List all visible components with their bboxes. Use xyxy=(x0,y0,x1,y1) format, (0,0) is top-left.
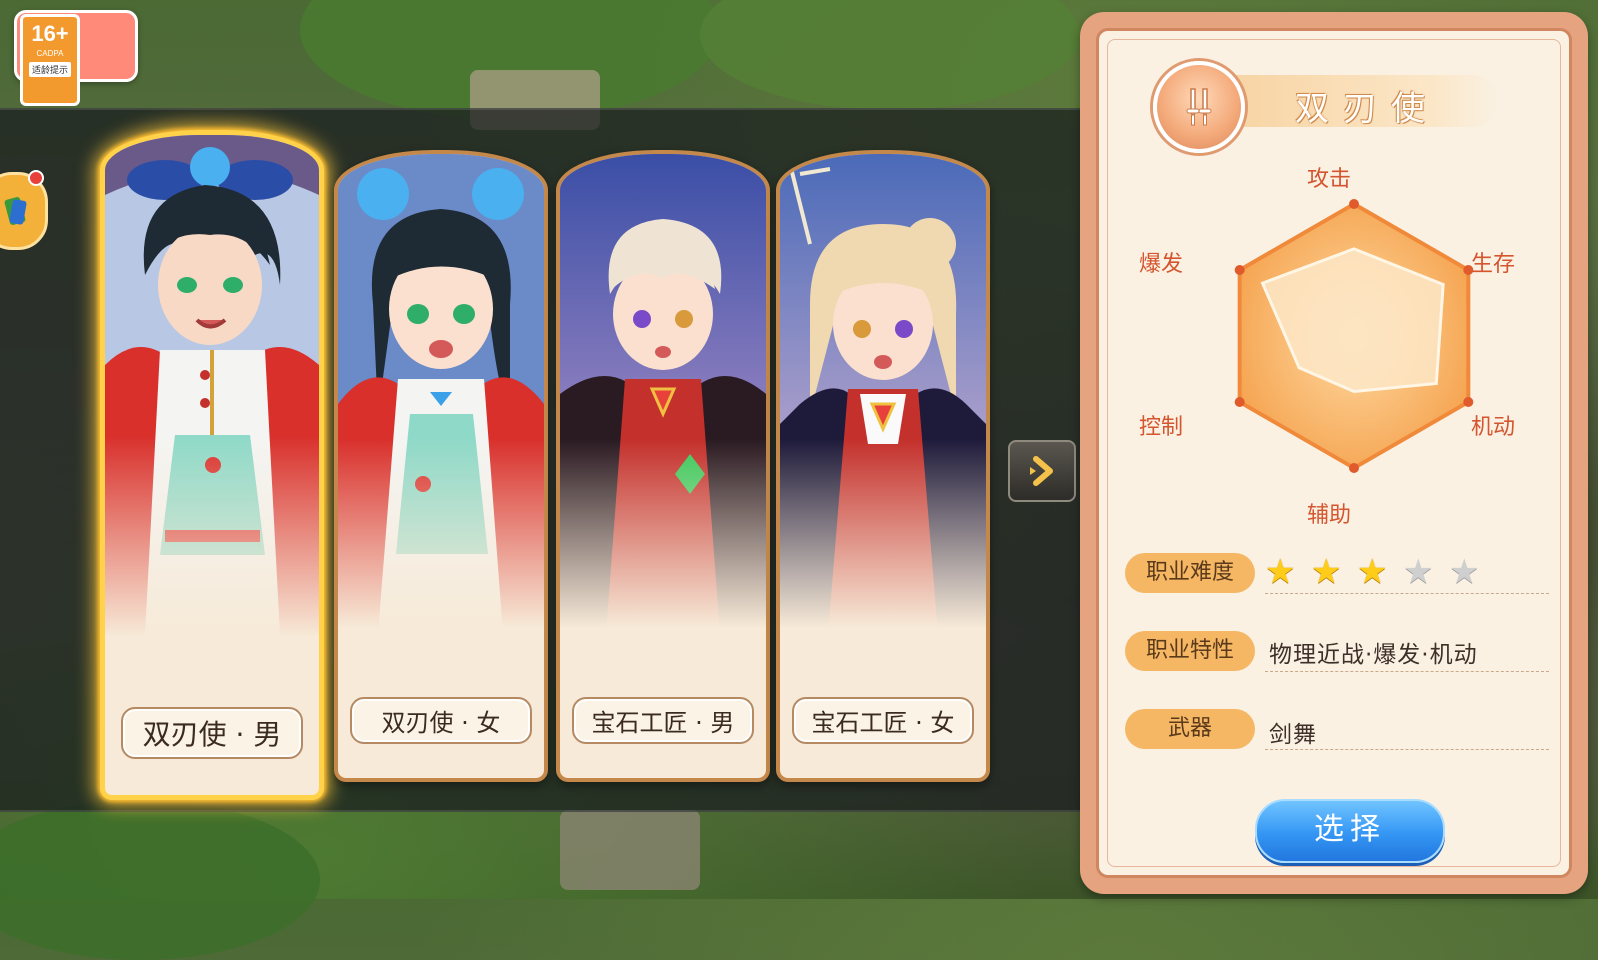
character-portrait xyxy=(338,154,544,629)
character-portrait xyxy=(105,135,319,637)
star-filled-icon: ★ xyxy=(1311,552,1342,592)
scenery-stone xyxy=(560,810,700,890)
character-card-dual-blade-male[interactable]: 双刃使 · 男 xyxy=(100,130,324,800)
row-divider xyxy=(1265,671,1549,672)
scenery-bush xyxy=(700,0,1080,110)
character-card-gem-crafter-male[interactable]: 宝石工匠 · 男 xyxy=(556,150,770,782)
character-name-plate: 双刃使 · 男 xyxy=(121,707,303,759)
character-card-gem-crafter-female[interactable]: 宝石工匠 · 女 xyxy=(776,150,990,782)
row-divider xyxy=(1265,749,1549,750)
weapon-label: 武器 xyxy=(1125,709,1255,749)
stat-label-mobility: 机动 xyxy=(1471,415,1516,440)
stat-label-control: 控制 xyxy=(1139,415,1184,440)
star-filled-icon: ★ xyxy=(1357,552,1388,592)
age-rating-tip: 适龄提示 xyxy=(28,62,71,77)
character-name-plate: 宝石工匠 · 男 xyxy=(572,697,754,744)
star-empty-icon: ★ xyxy=(1449,552,1480,592)
character-portrait xyxy=(560,154,766,629)
stat-label-survival: 生存 xyxy=(1471,252,1516,277)
trait-label: 职业特性 xyxy=(1125,631,1255,671)
stat-label-attack: 攻击 xyxy=(1307,167,1352,192)
radar-vertex-burst xyxy=(1234,265,1245,275)
class-info-panel: 双刃使 攻击 生存 机动 辅助 控制 爆发 职业难度 ★ ★ ★ ★ ★ 职业特… xyxy=(1080,12,1588,894)
radar-vertex-support xyxy=(1349,463,1359,473)
character-card-dual-blade-female[interactable]: 双刃使 · 女 xyxy=(334,150,548,782)
age-rating-label: 16+ CADPA 适龄提示 xyxy=(20,14,80,106)
select-button[interactable]: 选择 xyxy=(1255,799,1445,863)
stat-label-burst: 爆发 xyxy=(1139,252,1184,277)
trait-value: 物理近战·爆发·机动 xyxy=(1269,642,1478,668)
star-filled-icon: ★ xyxy=(1265,552,1296,592)
radar-vertex-attack xyxy=(1349,199,1359,209)
notification-dot xyxy=(28,170,44,186)
scenery-bush xyxy=(0,800,320,960)
age-rating-number: 16+ xyxy=(31,21,69,46)
stat-label-support: 辅助 xyxy=(1307,503,1352,528)
character-name-plate: 双刃使 · 女 xyxy=(350,697,532,744)
difficulty-label: 职业难度 xyxy=(1125,553,1255,593)
star-empty-icon: ★ xyxy=(1403,552,1434,592)
difficulty-stars: ★ ★ ★ ★ ★ xyxy=(1265,555,1505,591)
row-divider xyxy=(1265,593,1549,594)
next-page-button[interactable] xyxy=(1008,440,1076,502)
character-name-plate: 宝石工匠 · 女 xyxy=(792,697,974,744)
age-rating-org: CADPA xyxy=(36,49,64,58)
class-stats-radar: 攻击 生存 机动 辅助 控制 爆发 xyxy=(1139,151,1529,528)
dual-blade-icon xyxy=(1153,61,1245,153)
class-info-panel-inner: 双刃使 攻击 生存 机动 辅助 控制 爆发 职业难度 ★ ★ ★ ★ ★ 职业特… xyxy=(1096,28,1572,878)
chevron-right-icon xyxy=(1030,456,1053,486)
weapon-value: 剑舞 xyxy=(1269,722,1317,748)
radar-vertex-control xyxy=(1234,397,1245,407)
character-portrait xyxy=(780,154,986,629)
radar-vertex-mobility xyxy=(1463,397,1474,407)
class-title: 双刃使 xyxy=(1295,89,1439,129)
